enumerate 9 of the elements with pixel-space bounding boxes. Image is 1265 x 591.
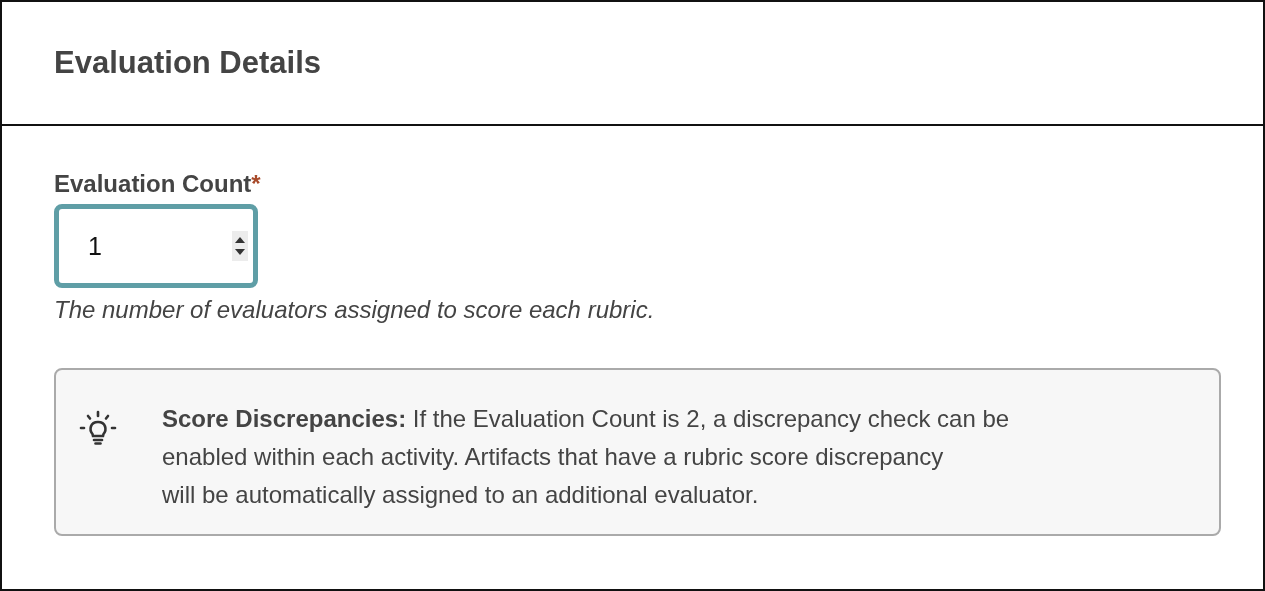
panel-title: Evaluation Details	[54, 45, 322, 81]
required-mark: *	[251, 170, 261, 198]
help-text: The number of evaluators assigned to score each rubric.	[54, 296, 656, 324]
spinner-icon[interactable]	[232, 231, 248, 261]
callout-text: Score Discrepancies: If the Evaluation Count is 2, a discrepancy check can be enabled within each activity. Artifacts that have a rubric score discrepancy will be automatically assigned to an additional evaluator.	[162, 404, 1010, 510]
count-value[interactable]: 1	[88, 231, 232, 261]
lightbulb-icon	[78, 408, 118, 448]
number-input[interactable]: 1	[54, 204, 258, 288]
field-label: Evaluation Count	[54, 170, 252, 198]
